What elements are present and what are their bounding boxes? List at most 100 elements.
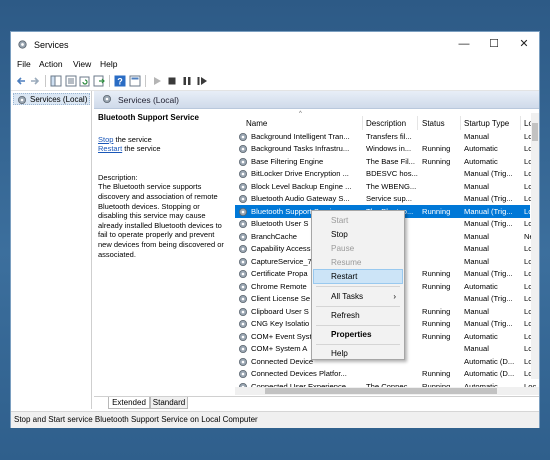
context-menu-restart[interactable]: Restart: [313, 269, 403, 284]
service-gear-icon: [239, 370, 247, 378]
tree-item-services-local[interactable]: Services (Local): [13, 93, 90, 105]
column-header-startup-type[interactable]: Startup Type: [464, 119, 509, 128]
cell-startup-type: Automatic: [464, 281, 498, 291]
horizontal-scroll-thumb[interactable]: [265, 388, 497, 394]
menu-file[interactable]: File: [17, 59, 31, 69]
context-menu: Start Stop Pause Resume Restart All Task…: [311, 210, 405, 360]
column-header-name[interactable]: Name: [246, 119, 267, 128]
cell-startup-type: Manual (Trig...: [464, 219, 513, 228]
table-row[interactable]: Background Intelligent Tran... Transfers …: [235, 130, 536, 143]
context-menu-refresh[interactable]: Refresh: [314, 309, 402, 322]
cell-description: BDESVC hos...: [366, 169, 418, 178]
close-button[interactable]: ✕: [509, 32, 539, 57]
services-gear-icon: [18, 96, 26, 104]
table-row[interactable]: Base Filtering Engine The Base Fil... Runn…: [235, 155, 536, 168]
service-gear-icon: [239, 157, 247, 166]
cell-description: Transfers fil...: [366, 131, 412, 141]
properties-icon[interactable]: [129, 75, 141, 87]
service-gear-icon: [239, 320, 247, 328]
details-view-icon[interactable]: [65, 75, 77, 87]
service-description-panel: Bluetooth Support Service Stop the servi…: [98, 113, 230, 259]
table-row[interactable]: Background Tasks Infrastru... Windows in.…: [235, 143, 536, 156]
service-gear-icon: [239, 332, 247, 341]
tree-item-label: Services (Local): [30, 95, 88, 104]
tab-extended[interactable]: Extended: [108, 397, 150, 409]
forward-icon[interactable]: [29, 75, 41, 87]
service-gear-icon: [239, 270, 247, 278]
maximize-button[interactable]: ☐: [479, 32, 509, 57]
pause-service-icon[interactable]: [181, 75, 193, 87]
service-gear-icon: [239, 207, 247, 216]
cell-startup-type: Manual: [464, 306, 489, 316]
refresh-icon[interactable]: [79, 75, 91, 87]
cell-startup-type: Manual: [464, 256, 489, 266]
description-text: The Bluetooth service supports discovery…: [98, 182, 224, 259]
restart-service-link[interactable]: Restart: [98, 144, 122, 153]
cell-startup-type: Manual: [464, 244, 489, 253]
cell-startup-type: Manual: [464, 131, 489, 141]
cell-description: Windows in...: [366, 144, 412, 153]
menu-view[interactable]: View: [73, 59, 91, 69]
table-row[interactable]: BitLocker Drive Encryption ... BDESVC hos…: [235, 168, 536, 181]
menu-action[interactable]: Action: [39, 59, 63, 69]
horizontal-scrollbar[interactable]: [235, 387, 539, 395]
selected-service-title: Bluetooth Support Service: [98, 113, 199, 122]
restart-service-icon[interactable]: [196, 75, 208, 87]
context-menu-properties[interactable]: Properties: [314, 328, 402, 341]
help-icon[interactable]: ?: [114, 75, 126, 87]
column-header-status[interactable]: Status: [422, 119, 445, 128]
context-menu-all-tasks[interactable]: All Tasks ›: [314, 290, 402, 303]
service-gear-icon: [239, 182, 247, 191]
service-gear-icon: [239, 257, 247, 266]
cell-startup-type: Manual: [464, 181, 489, 191]
pane-header: Services (Local): [94, 91, 539, 109]
vertical-scrollbar[interactable]: [531, 113, 539, 379]
cell-description: The WBENG...: [366, 181, 417, 191]
console-tree-icon[interactable]: [50, 75, 62, 87]
context-menu-start[interactable]: Start: [314, 214, 402, 227]
cell-status: Running: [422, 331, 451, 341]
cell-name: Bluetooth Audio Gateway S...: [251, 194, 350, 203]
menu-help[interactable]: Help: [100, 59, 117, 69]
title-bar[interactable]: Services — ☐ ✕: [11, 32, 539, 57]
service-gear-icon: [239, 232, 247, 241]
cell-startup-type: Automatic (D...: [464, 369, 515, 378]
service-gear-icon: [239, 345, 247, 353]
service-gear-icon: [239, 357, 247, 366]
vertical-scroll-thumb[interactable]: [532, 123, 538, 141]
stop-service-icon[interactable]: [166, 75, 178, 87]
cell-startup-type: Manual (Trig...: [464, 319, 513, 328]
cell-name: Background Tasks Infrastru...: [251, 144, 350, 153]
table-row[interactable]: Block Level Backup Engine ... The WBENG..…: [235, 180, 536, 193]
back-icon[interactable]: [15, 75, 27, 87]
submenu-arrow-icon: ›: [393, 292, 396, 301]
context-menu-resume[interactable]: Resume: [314, 256, 402, 269]
service-gear-icon: [239, 295, 247, 303]
sort-ascending-icon: ^: [299, 111, 302, 117]
context-menu-help[interactable]: Help: [314, 347, 402, 360]
service-gear-icon: [239, 282, 247, 291]
table-row[interactable]: Bluetooth Audio Gateway S... Service sup.…: [235, 193, 536, 206]
service-gear-icon: [239, 220, 247, 228]
console-tree: Services (Local): [11, 91, 92, 409]
column-header-description[interactable]: Description: [366, 119, 406, 128]
cell-startup-type: Manual: [464, 231, 489, 241]
cell-status: Running: [422, 156, 451, 166]
tab-standard[interactable]: Standard: [150, 397, 188, 409]
service-gear-icon: [239, 245, 247, 253]
cell-startup-type: Manual (Trig...: [464, 206, 513, 216]
cell-startup-type: Manual: [464, 344, 489, 353]
table-row[interactable]: Connected Devices Platfor... Running Autom…: [235, 368, 536, 381]
context-menu-stop[interactable]: Stop: [314, 228, 402, 241]
start-service-icon[interactable]: [151, 75, 163, 87]
context-menu-pause[interactable]: Pause: [314, 242, 402, 255]
services-window: Services — ☐ ✕ File Action View Help ? S…: [10, 31, 540, 428]
menu-bar: File Action View Help: [11, 57, 539, 72]
export-list-icon[interactable]: [93, 75, 105, 87]
status-bar: Stop and Start service Bluetooth Support…: [11, 411, 539, 428]
service-gear-icon: [239, 307, 247, 316]
minimize-button[interactable]: —: [449, 32, 479, 57]
services-gear-icon: [18, 40, 27, 49]
stop-service-link[interactable]: Stop: [98, 135, 113, 144]
table-header: ^ Name Description Status Startup Type L…: [235, 108, 539, 130]
